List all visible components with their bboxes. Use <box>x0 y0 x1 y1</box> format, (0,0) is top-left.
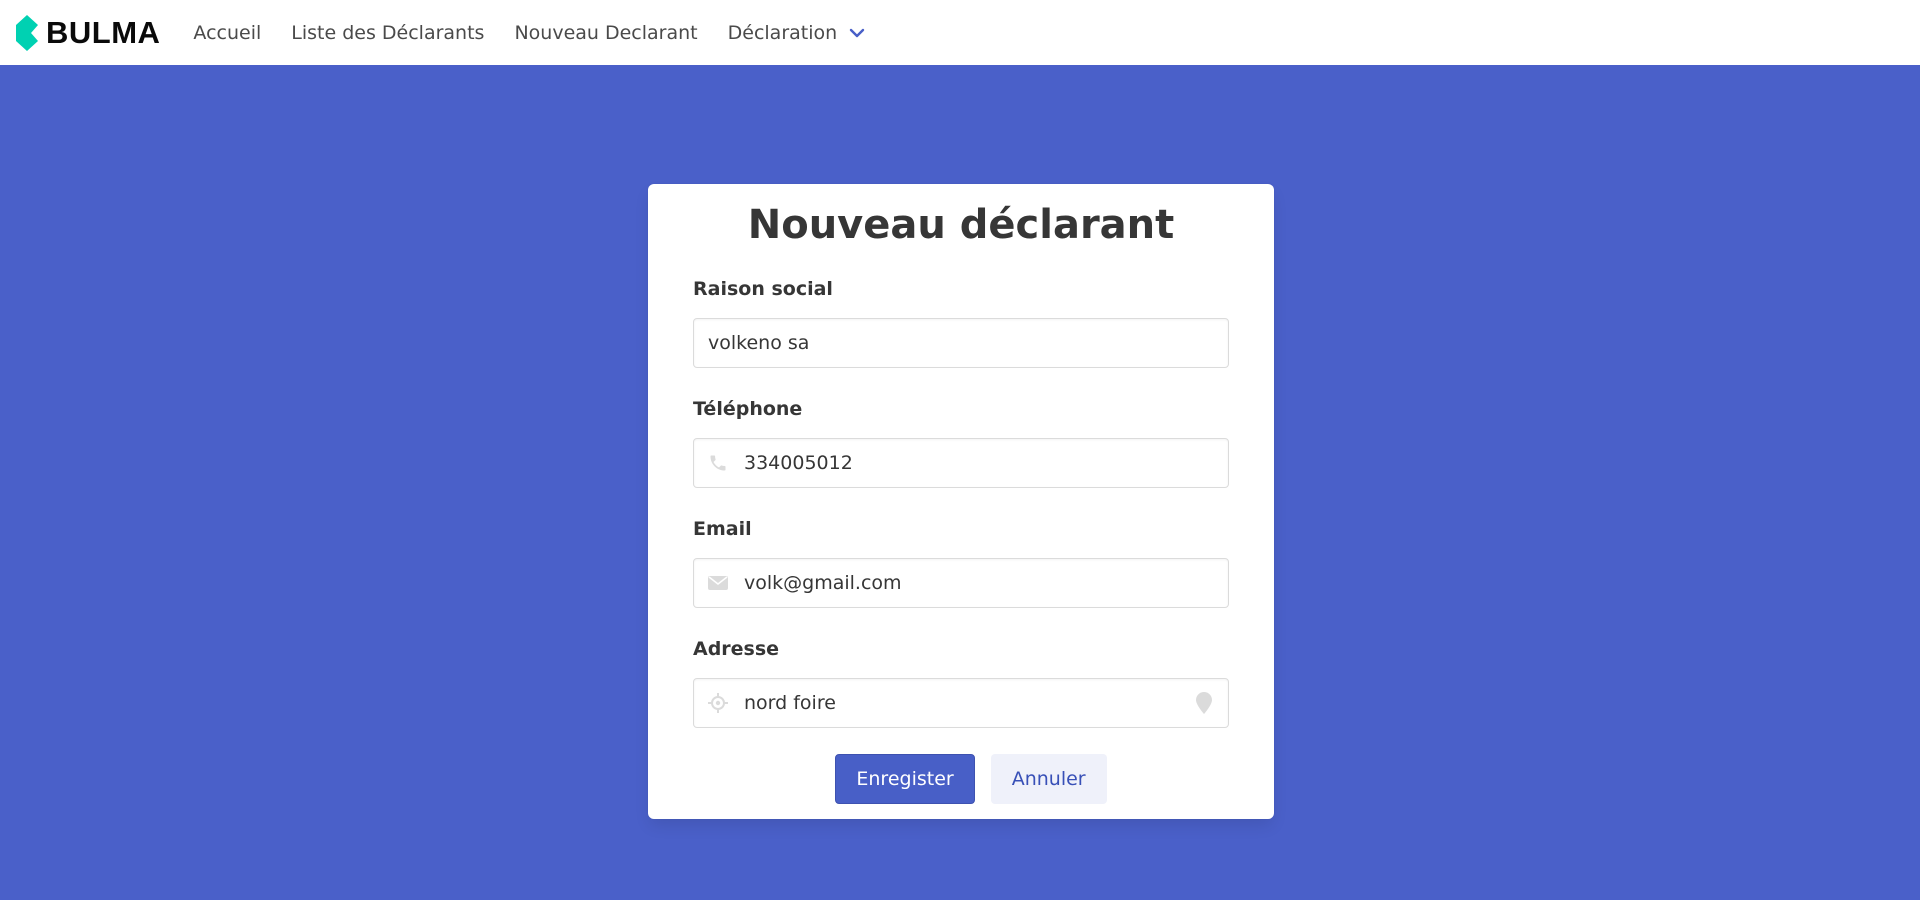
annuler-button[interactable]: Annuler <box>990 754 1107 804</box>
nav-item-declaration-label: Déclaration <box>727 21 838 44</box>
raison-social-input[interactable] <box>693 318 1229 368</box>
raison-social-control <box>693 318 1229 368</box>
new-declarant-form-card: Nouveau déclarant Raison social Téléphon… <box>648 184 1274 819</box>
nav-item-accueil[interactable]: Accueil <box>178 0 276 65</box>
adresse-control <box>693 678 1229 728</box>
raison-social-label: Raison social <box>693 278 833 300</box>
brand-name: BULMA <box>46 14 161 50</box>
telephone-input[interactable] <box>693 438 1229 488</box>
nav-item-declaration-dropdown[interactable]: Déclaration <box>713 0 881 65</box>
email-field: Email <box>693 518 1229 608</box>
phone-icon <box>705 450 731 476</box>
top-navbar: BULMA Accueil Liste des Déclarants Nouve… <box>0 0 1920 65</box>
adresse-input[interactable] <box>693 678 1229 728</box>
telephone-field: Téléphone <box>693 398 1229 488</box>
chevron-down-icon <box>849 28 865 37</box>
email-control <box>693 558 1229 608</box>
envelope-icon <box>705 570 731 596</box>
bulma-logo-icon <box>16 14 38 51</box>
email-label: Email <box>693 518 752 540</box>
map-marker-icon <box>1191 690 1217 716</box>
telephone-label: Téléphone <box>693 398 803 420</box>
raison-social-field: Raison social <box>693 278 1229 368</box>
adresse-field: Adresse <box>693 638 1229 728</box>
nav-item-nouveau-declarant[interactable]: Nouveau Declarant <box>499 0 712 65</box>
adresse-label: Adresse <box>693 638 780 660</box>
form-title: Nouveau déclarant <box>747 202 1175 248</box>
brand-logo-link[interactable]: BULMA <box>14 0 160 65</box>
telephone-control <box>693 438 1229 488</box>
enregistrer-button[interactable]: Enregister <box>835 754 975 804</box>
nav-item-liste-declarants[interactable]: Liste des Déclarants <box>276 0 499 65</box>
form-buttons: Enregister Annuler <box>648 754 1274 804</box>
crosshairs-icon <box>705 690 731 716</box>
email-input[interactable] <box>693 558 1229 608</box>
